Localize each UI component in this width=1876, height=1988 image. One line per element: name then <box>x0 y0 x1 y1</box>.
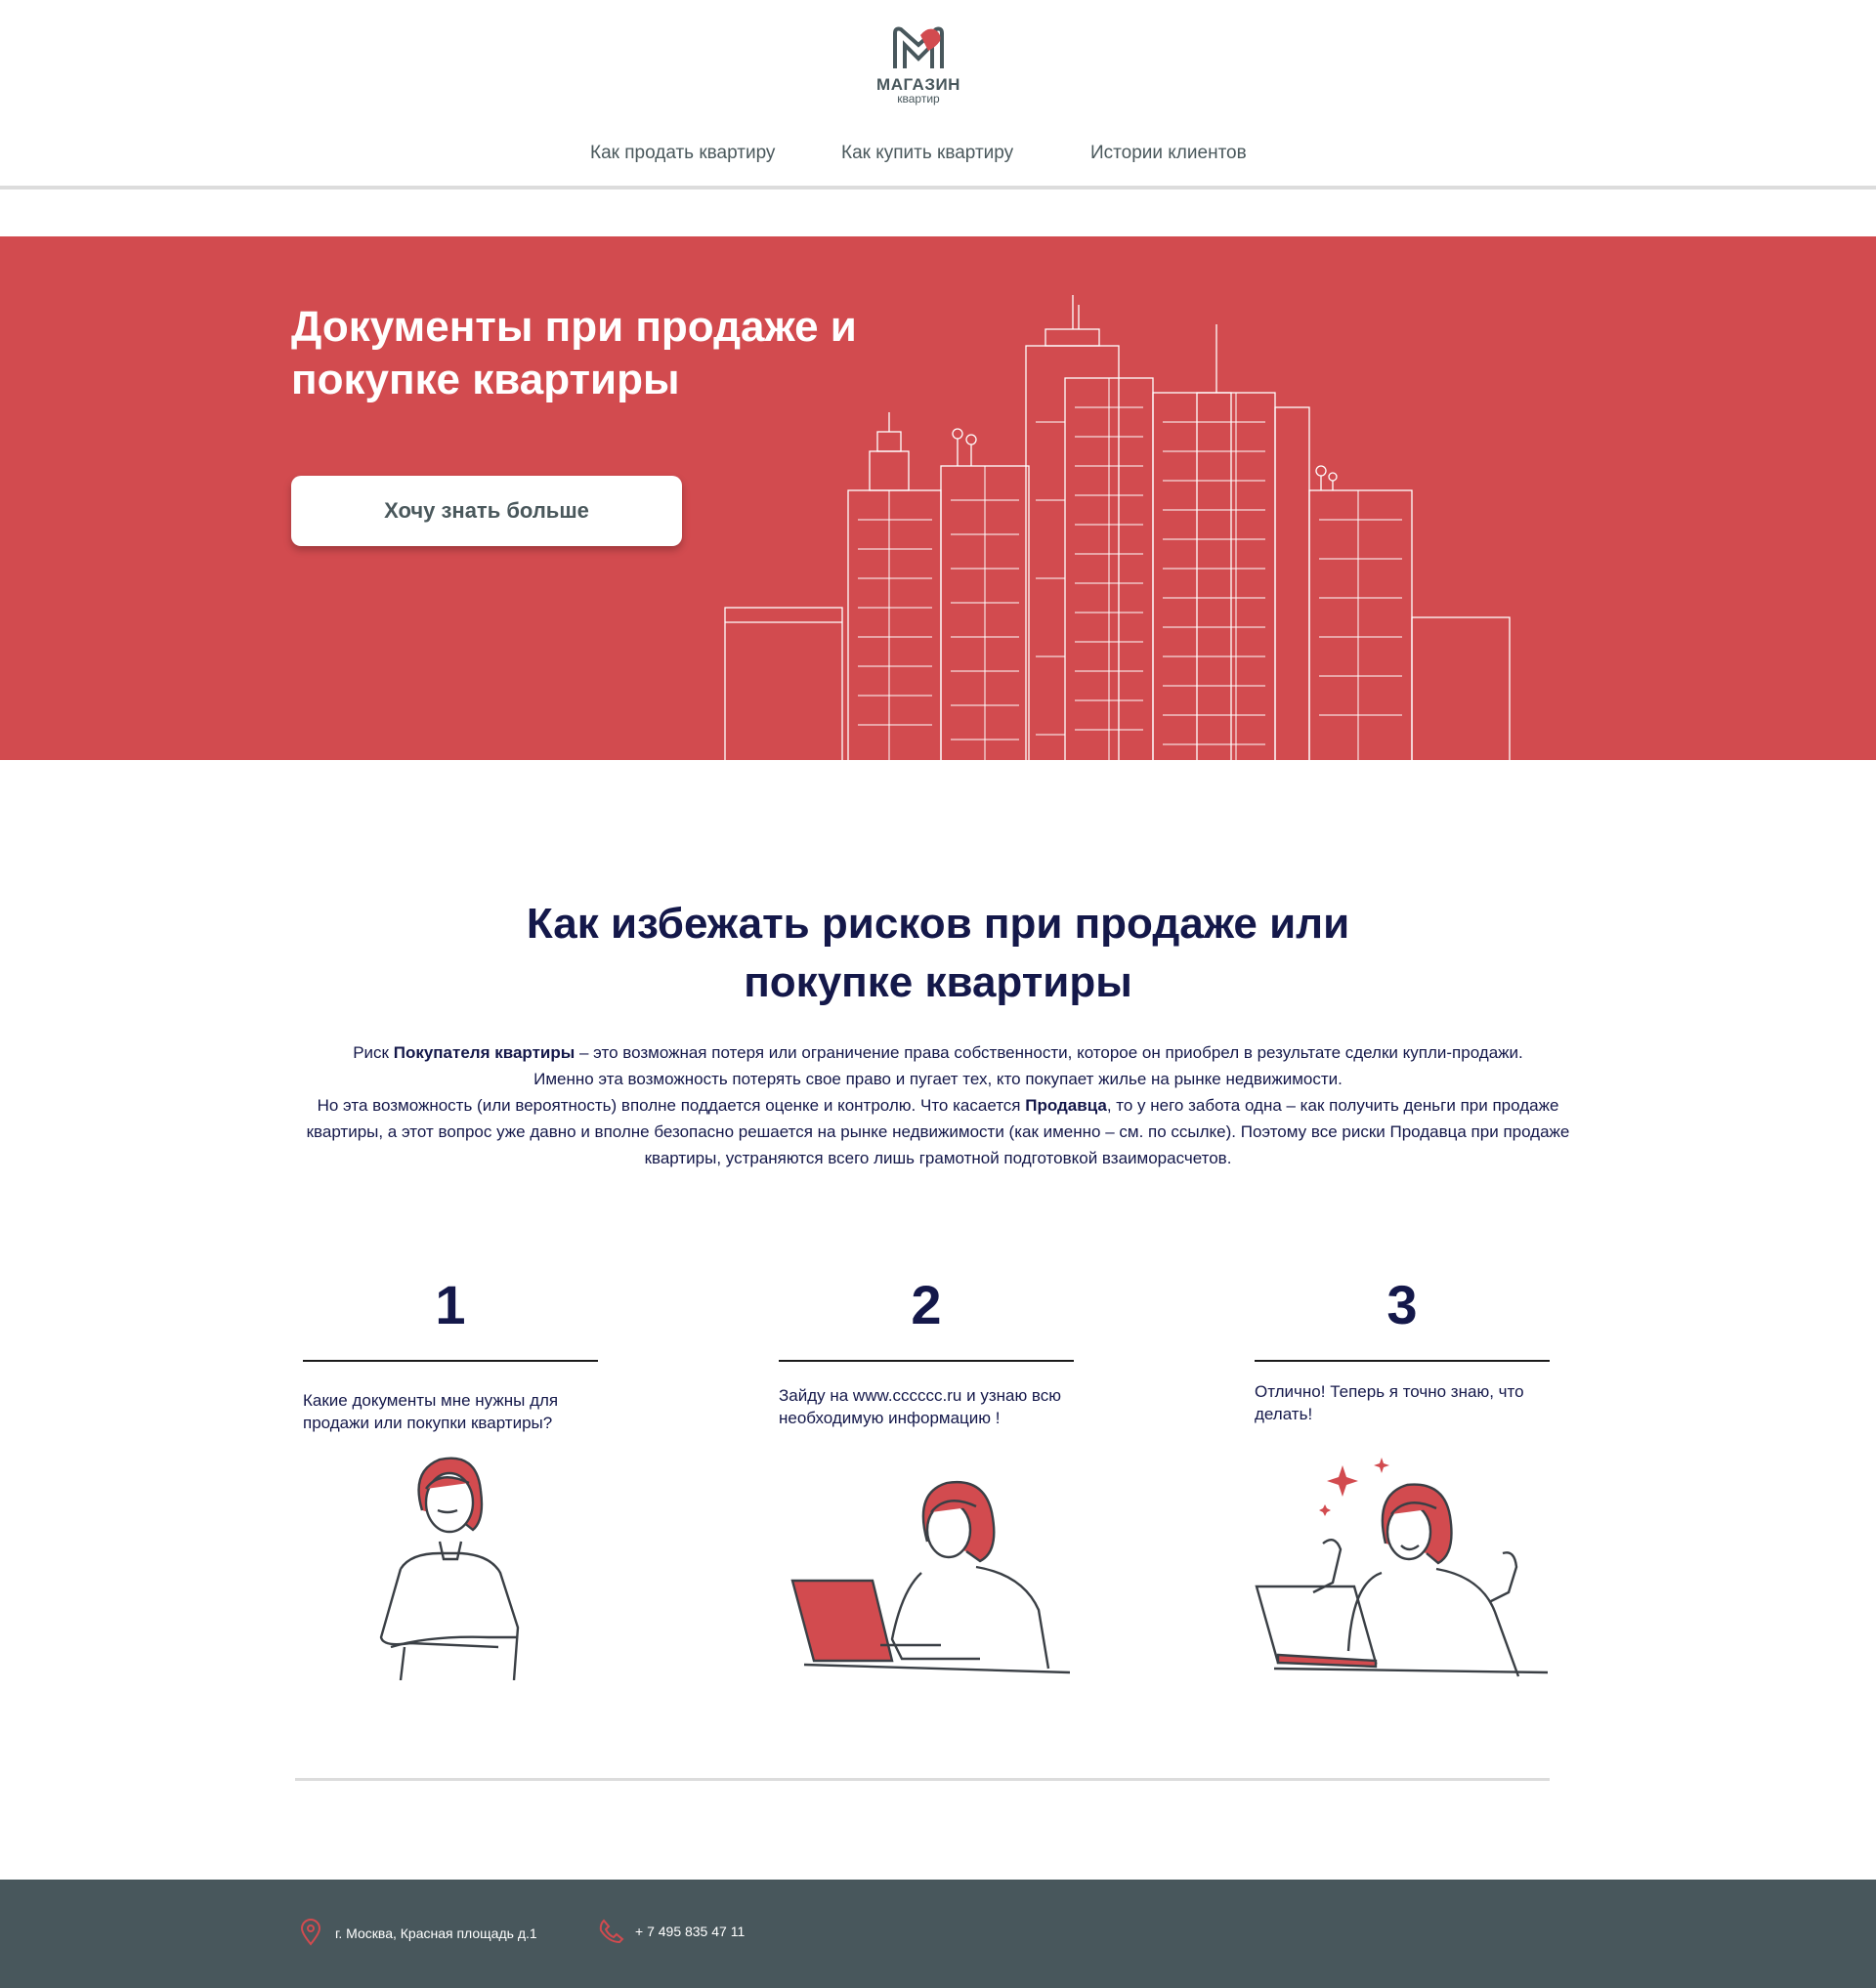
phone-icon <box>599 1919 624 1944</box>
nav-item-buy[interactable]: Как купить квартиру <box>841 143 1013 164</box>
step-2: 2 Зайду на www.cccccc.ru и узнаю всю нео… <box>779 1270 1074 1674</box>
risk-p2: Именно эта возможность потерять свое пра… <box>533 1070 1343 1088</box>
main-nav: Как продать квартиру Как купить квартиру… <box>0 143 1876 166</box>
section-title-line2: покупке квартиры <box>744 958 1132 1006</box>
step-divider <box>1255 1360 1550 1362</box>
risk-p3-pre: Но эта возможность (или вероятность) впо… <box>317 1096 1026 1115</box>
section-title-line1: Как избежать рисков при продаже или <box>526 900 1350 948</box>
step-text: Отлично! Теперь я точно знаю, что делать… <box>1255 1382 1524 1423</box>
location-pin-icon <box>300 1919 321 1946</box>
section-title: Как избежать рисков при продаже или поку… <box>352 895 1524 1012</box>
step-text: Зайду на www.cccccc.ru и узнаю всю необх… <box>779 1386 1062 1427</box>
site-footer: г. Москва, Красная площадь д.1 + 7 495 8… <box>0 1880 1876 1988</box>
hero-title-line2: покупке квартиры <box>291 356 680 403</box>
city-buildings-illustration <box>724 295 1511 760</box>
risk-p3-bold: Продавца <box>1025 1096 1107 1115</box>
step-number: 1 <box>435 1274 466 1335</box>
thinking-woman-illustration <box>379 1457 520 1680</box>
sparkle-icon <box>1319 1504 1331 1516</box>
step-1: 1 Какие документы мне нужны для продажи … <box>303 1270 598 1680</box>
footer-phone[interactable]: + 7 495 835 47 11 <box>635 1921 745 1942</box>
happy-woman-illustration <box>1255 1458 1549 1677</box>
risk-description: Риск Покупателя квартиры – это возможная… <box>283 1039 1593 1171</box>
nav-item-stories[interactable]: Истории клиентов <box>1090 143 1247 164</box>
logo-name: МАГАЗИН <box>876 75 960 94</box>
risk-p1-post: – это возможная потеря или ограничение п… <box>575 1043 1523 1062</box>
sparkle-icon <box>1374 1458 1389 1473</box>
hero-banner: Документы при продаже и покупке квартиры… <box>0 236 1876 760</box>
risk-p1-bold: Покупателя квартиры <box>393 1043 576 1062</box>
site-header: МАГАЗИН квартир Как продать квартиру Как… <box>0 0 1876 186</box>
header-divider <box>0 186 1876 190</box>
laptop-woman-illustration <box>790 1480 1071 1674</box>
step-divider <box>779 1360 1074 1362</box>
step-number: 2 <box>911 1274 942 1335</box>
learn-more-button[interactable]: Хочу знать больше <box>291 476 682 546</box>
logo-icon <box>893 26 944 68</box>
step-divider <box>303 1360 598 1362</box>
step-3: 3 Отлично! Теперь я точно знаю, что дела… <box>1255 1270 1550 1677</box>
step-text: Какие документы мне нужны для продажи ил… <box>303 1391 559 1432</box>
risk-p1-pre: Риск <box>353 1043 394 1062</box>
sparkle-icon <box>1327 1465 1358 1497</box>
footer-address: г. Москва, Красная площадь д.1 <box>335 1925 537 1941</box>
logo[interactable]: МАГАЗИН квартир <box>874 25 962 121</box>
step-number: 3 <box>1386 1274 1418 1335</box>
nav-item-sell[interactable]: Как продать квартиру <box>590 143 775 164</box>
logo-subtitle: квартир <box>897 92 940 106</box>
section-divider <box>295 1778 1550 1781</box>
